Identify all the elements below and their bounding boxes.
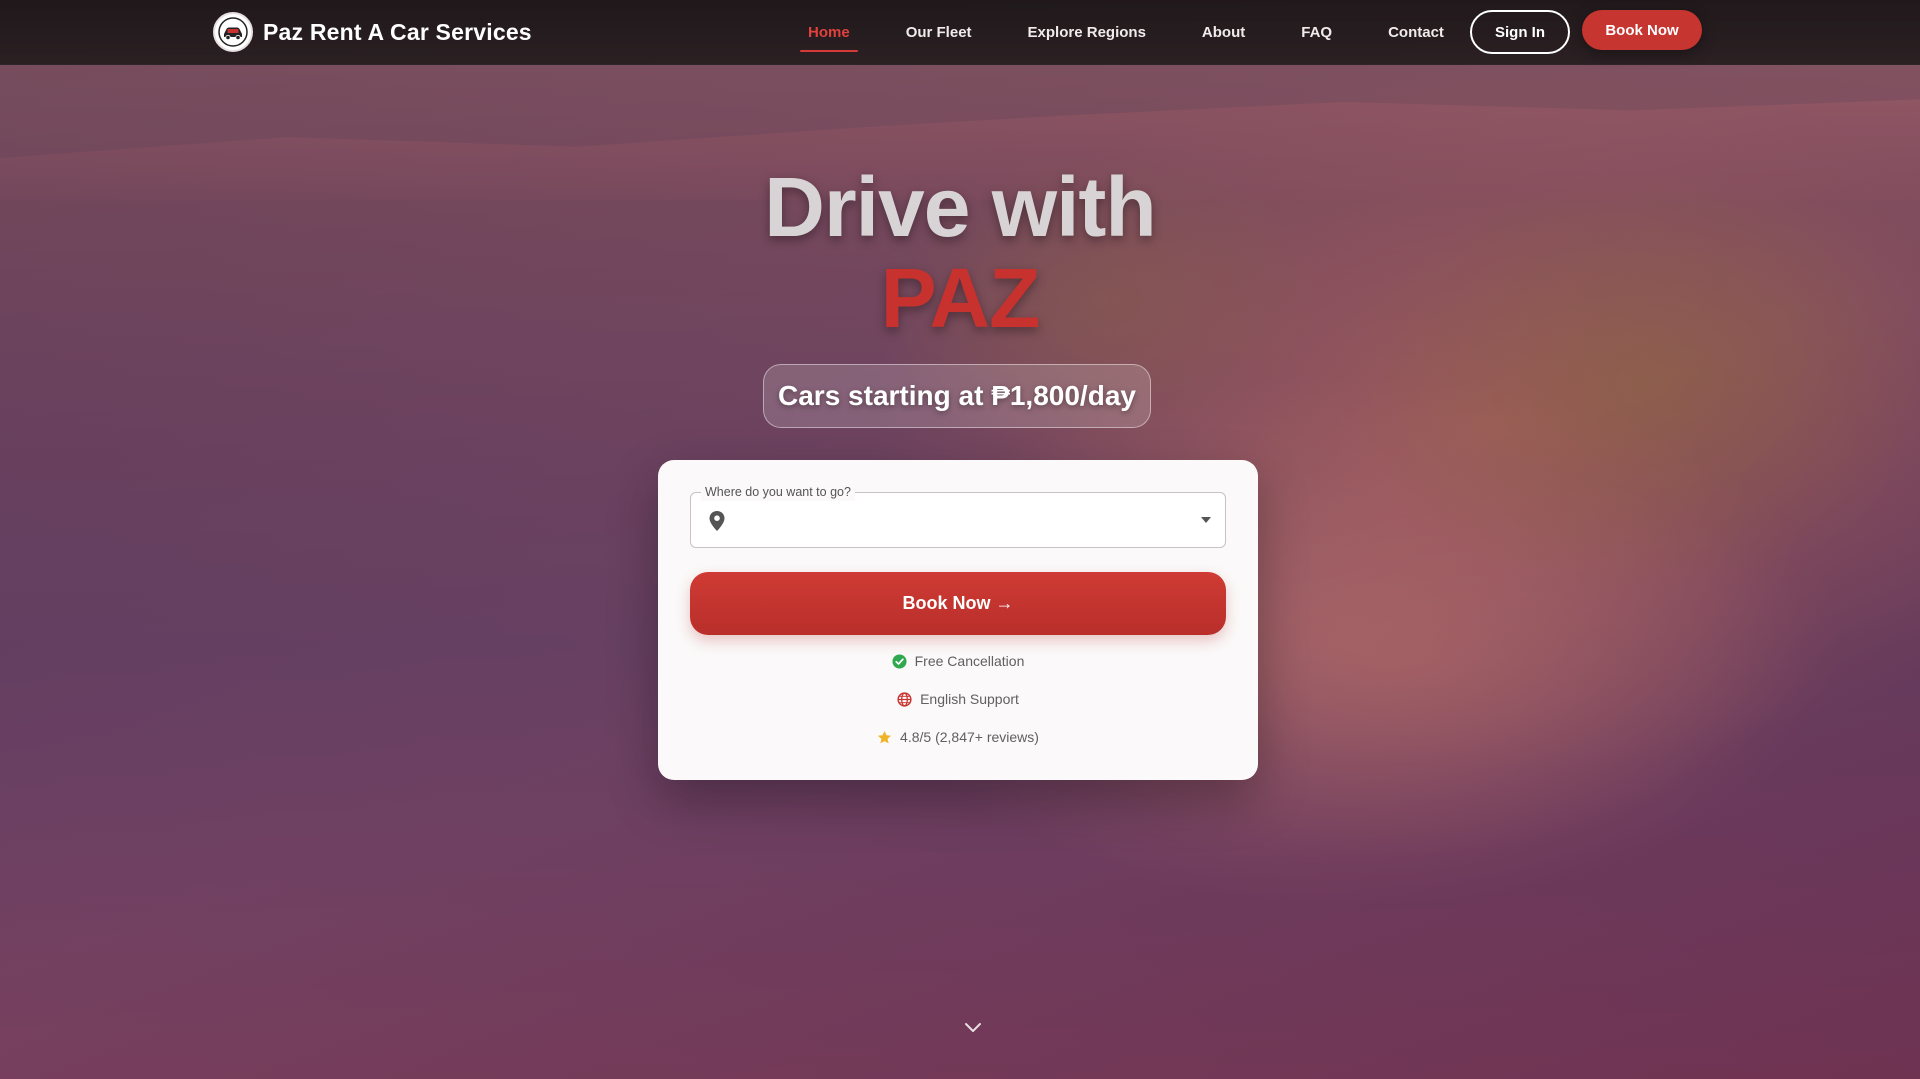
map-pin-icon — [709, 511, 725, 531]
booking-card: Where do you want to go? Book Now → Free… — [658, 460, 1258, 780]
sign-in-button[interactable]: Sign In — [1470, 10, 1570, 54]
nav-item-about[interactable]: About — [1174, 0, 1273, 64]
hero-headline-brand: PAZ — [880, 251, 1041, 345]
book-now-button[interactable]: Book Now → — [690, 572, 1226, 635]
feature-free-cancellation: Free Cancellation — [658, 650, 1258, 672]
navbar: Paz Rent A Car Services Home Our Fleet E… — [0, 0, 1920, 65]
feature-english-support: English Support — [658, 688, 1258, 710]
brand-name: Paz Rent A Car Services — [263, 18, 532, 45]
feature-text: English Support — [920, 691, 1019, 707]
book-now-button-label: Book Now → — [902, 593, 1014, 613]
nav-item-our-fleet[interactable]: Our Fleet — [878, 0, 1000, 64]
hero-headline: Drive with — [764, 160, 1156, 254]
car-logo-icon — [213, 12, 253, 52]
check-circle-icon — [892, 653, 907, 669]
destination-field[interactable]: Where do you want to go? — [690, 483, 1226, 548]
hero-section: Drive with PAZ Cars starting at ₱1,800/d… — [0, 0, 1920, 1079]
globe-icon — [897, 691, 912, 707]
nav-book-now-button[interactable]: Book Now — [1582, 10, 1702, 50]
destination-label: Where do you want to go? — [701, 483, 855, 501]
nav-menu: Home Our Fleet Explore Regions About FAQ… — [780, 0, 1472, 64]
brand-home-link[interactable]: Paz Rent A Car Services — [213, 11, 532, 53]
price-badge: Cars starting at ₱1,800/day — [763, 364, 1151, 428]
nav-item-home[interactable]: Home — [780, 0, 878, 64]
nav-item-faq[interactable]: FAQ — [1273, 0, 1360, 64]
feature-text: Free Cancellation — [914, 653, 1025, 669]
chevron-down-icon[interactable] — [964, 1022, 982, 1034]
feature-rating: 4.8/5 (2,847+ reviews) — [658, 726, 1258, 748]
destination-input[interactable] — [739, 501, 1183, 541]
price-text: Cars starting at ₱1,800/day — [778, 380, 1136, 411]
dropdown-caret-icon[interactable] — [1201, 517, 1211, 523]
nav-item-contact[interactable]: Contact — [1360, 0, 1472, 64]
star-icon — [877, 730, 892, 743]
feature-text: 4.8/5 (2,847+ reviews) — [900, 729, 1039, 745]
nav-item-explore-regions[interactable]: Explore Regions — [1000, 0, 1174, 64]
